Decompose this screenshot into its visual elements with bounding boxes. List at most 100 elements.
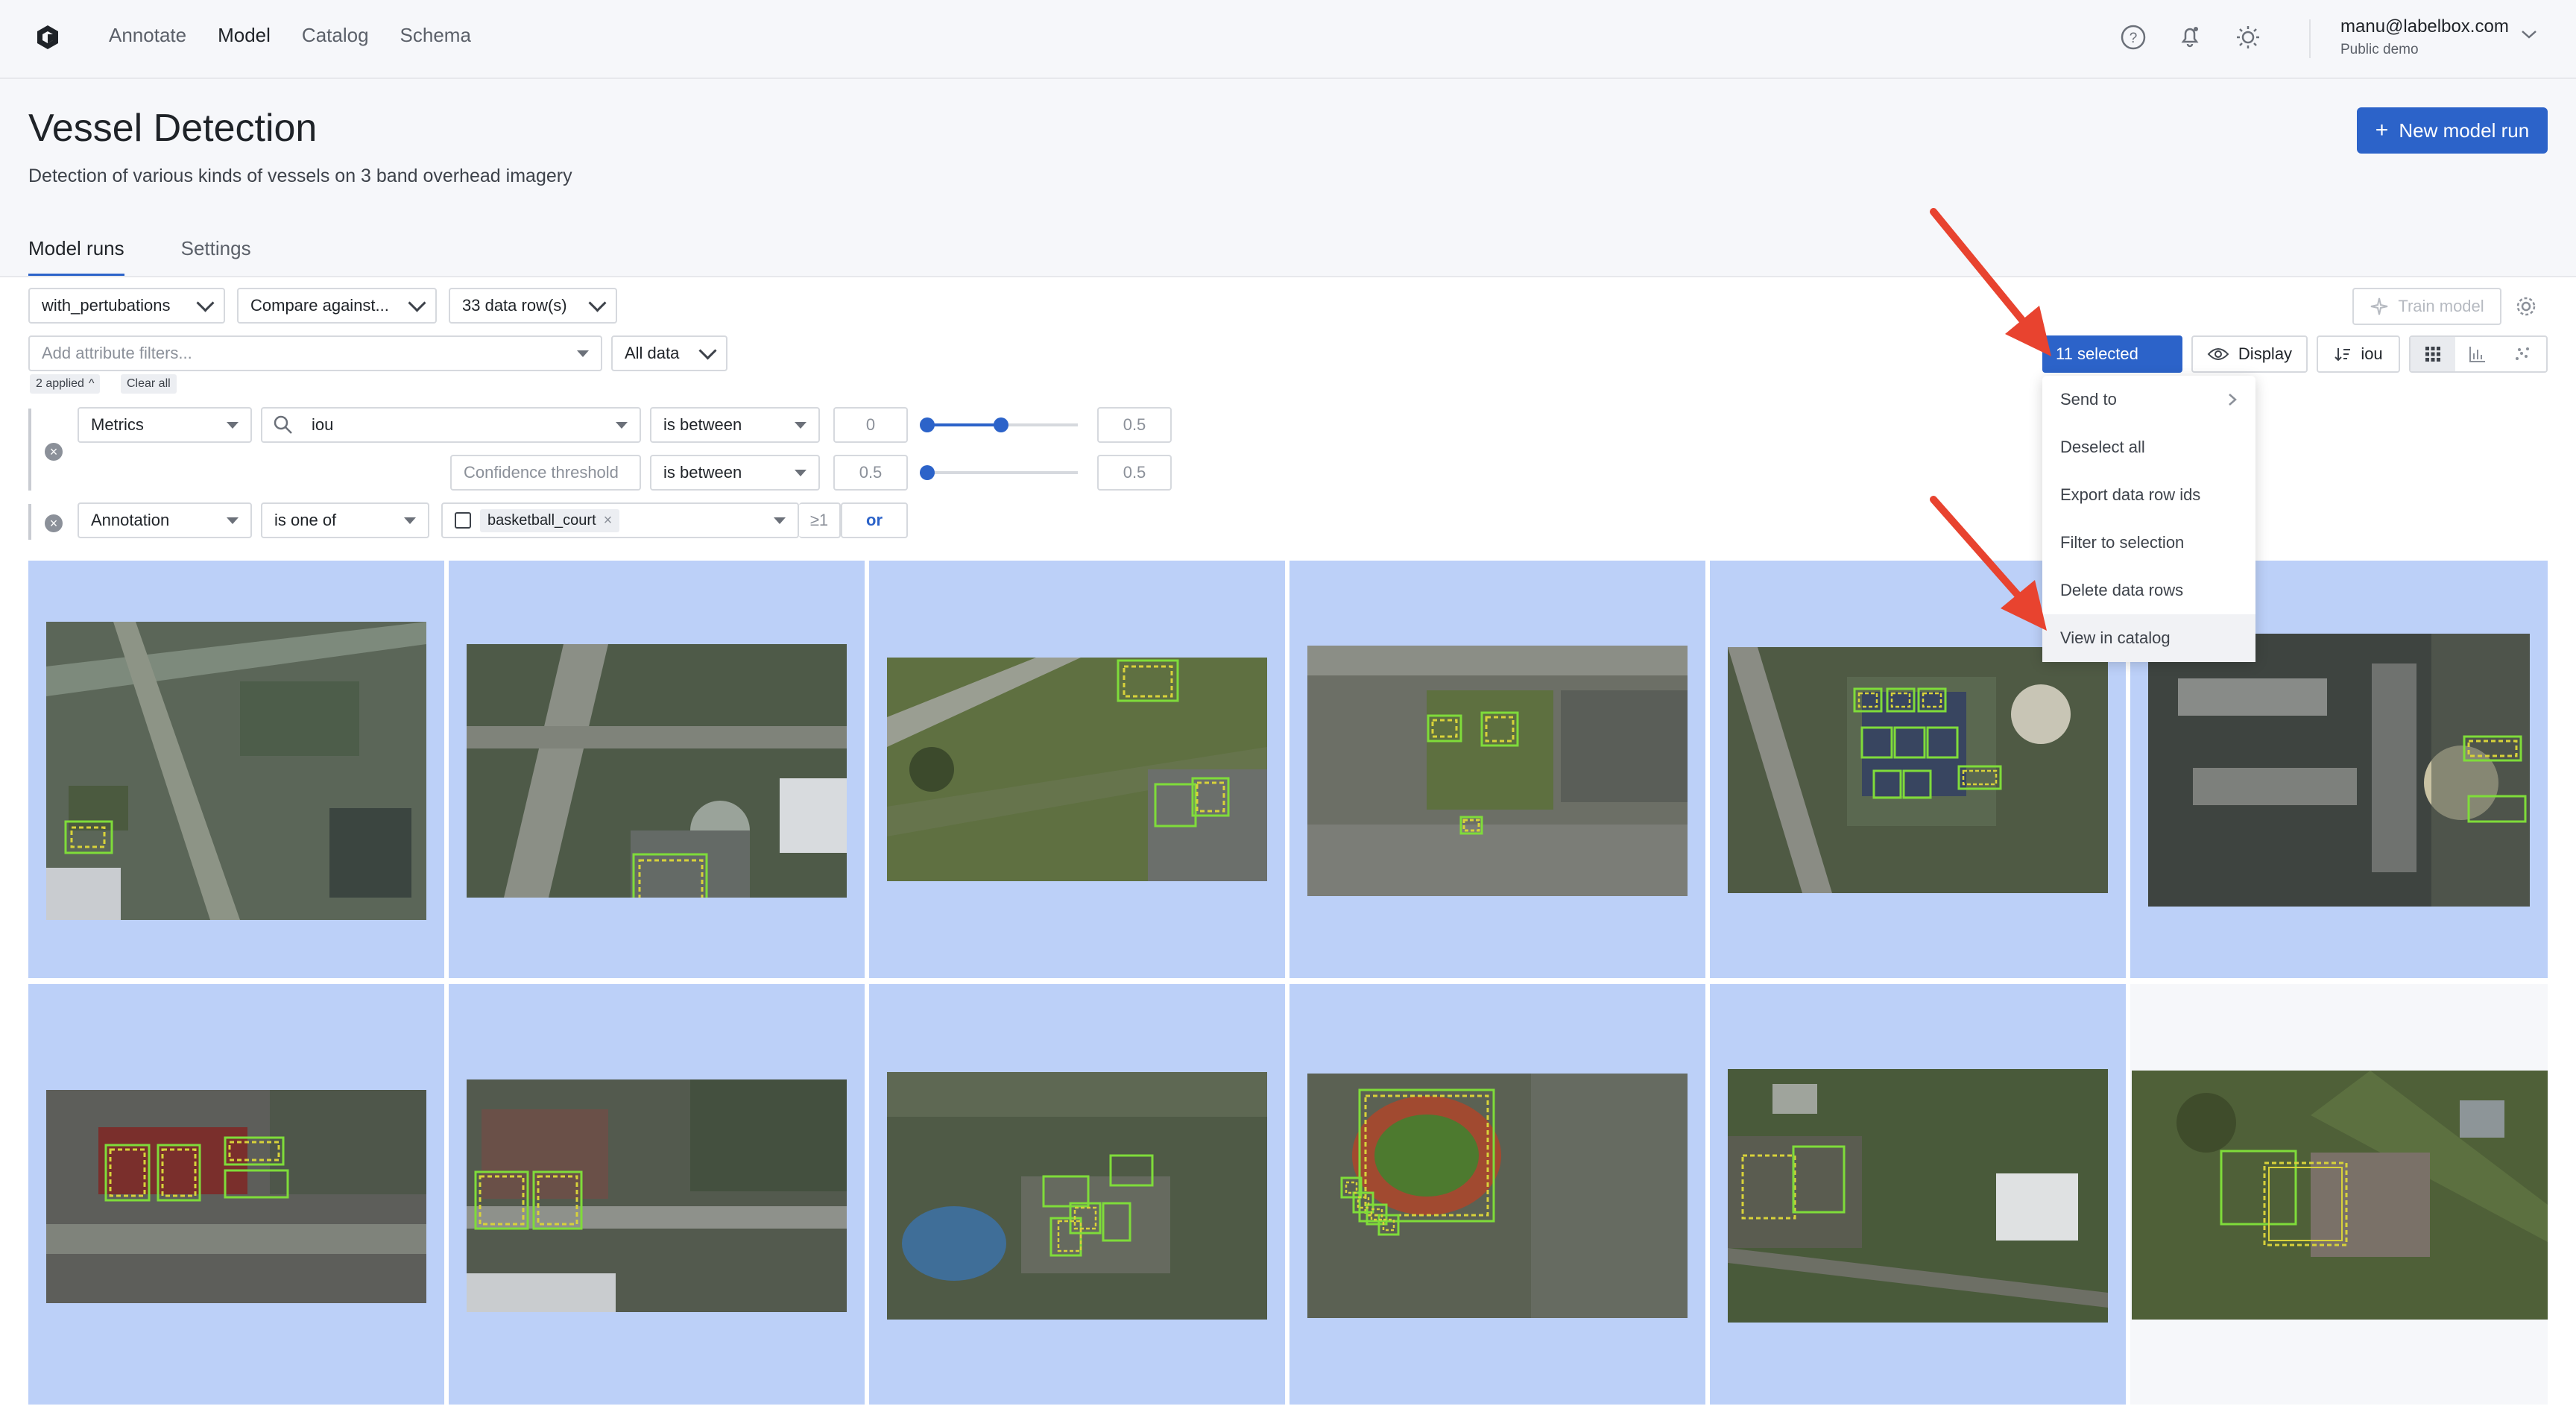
menu-item-deselect-all[interactable]: Deselect all: [2042, 423, 2255, 471]
grid-cell[interactable]: [28, 561, 444, 978]
model-run-select[interactable]: with_pertubations: [28, 288, 225, 324]
data-rows-select[interactable]: 33 data row(s): [449, 288, 617, 324]
data-row-thumbnail: [1307, 646, 1688, 896]
chevron-up-icon: ^: [88, 377, 95, 390]
annotation-operator-value: is one of: [274, 511, 337, 529]
gear-icon[interactable]: [2515, 295, 2537, 318]
chevron-down-icon: [588, 293, 607, 312]
train-model-button[interactable]: Train model: [2352, 288, 2501, 325]
grid-view-icon[interactable]: [2411, 337, 2455, 371]
menu-item-deselect-all-label: Deselect all: [2060, 438, 2145, 456]
all-data-select[interactable]: All data: [611, 335, 727, 371]
new-model-run-button[interactable]: + New model run: [2357, 107, 2548, 154]
clear-all-label: Clear all: [127, 377, 171, 390]
applied-filters-badge[interactable]: 2 applied ^: [30, 374, 101, 394]
metric-operator-select[interactable]: is between: [650, 407, 820, 443]
chevron-down-icon: [698, 341, 717, 360]
data-row-thumbnail: [46, 1090, 426, 1303]
bar-chart-view-icon[interactable]: [2455, 337, 2500, 371]
compare-select[interactable]: Compare against...: [237, 288, 437, 324]
page-title: Vessel Detection: [28, 107, 318, 150]
annotation-count[interactable]: ≥1: [799, 502, 841, 538]
annotation-tag-label: basketball_court: [487, 511, 596, 529]
scatter-view-icon[interactable]: [2500, 337, 2545, 371]
clear-all-button[interactable]: Clear all: [121, 374, 177, 394]
menu-item-export-data-row-ids[interactable]: Export data row ids: [2042, 471, 2255, 519]
grid-cell-unselected[interactable]: [2130, 984, 2548, 1405]
confidence-threshold-placeholder: Confidence threshold: [464, 463, 619, 482]
confidence-range-slider[interactable]: [920, 465, 1078, 480]
grid-cell[interactable]: [1289, 984, 1705, 1405]
callout-arrow-view-in-catalog: [1930, 496, 2047, 631]
menu-item-filter-to-selection[interactable]: Filter to selection: [2042, 519, 2255, 567]
annotation-value-select[interactable]: basketball_court ×: [441, 502, 799, 538]
metric-range-slider[interactable]: [920, 417, 1078, 432]
nav-schema[interactable]: Schema: [400, 24, 471, 47]
grid-cell[interactable]: [28, 984, 444, 1405]
chevron-right-icon: [2229, 394, 2237, 406]
metric-value: iou: [312, 415, 334, 434]
filter-type-select[interactable]: Metrics: [78, 407, 252, 443]
theme-toggle-icon[interactable]: [2235, 24, 2261, 51]
sort-button[interactable]: iou: [2317, 335, 2400, 373]
data-row-thumbnail: [2148, 634, 2530, 907]
close-icon[interactable]: ×: [604, 512, 613, 529]
annotation-operator-select[interactable]: is one of: [261, 502, 429, 538]
selection-dropdown-menu: Send to Deselect all Export data row ids…: [2042, 376, 2255, 662]
slider-max-handle[interactable]: [994, 417, 1008, 432]
annotation-type-value: Annotation: [91, 511, 170, 529]
display-button[interactable]: Display: [2191, 335, 2308, 373]
filter-group-bar: [28, 409, 31, 491]
remove-filter-icon[interactable]: ×: [45, 443, 63, 461]
nav-annotate[interactable]: Annotate: [109, 24, 186, 47]
grid-cell[interactable]: [449, 984, 865, 1405]
svg-text:?: ?: [2130, 31, 2138, 46]
caret-down-icon: [227, 517, 239, 524]
menu-item-delete-data-rows[interactable]: Delete data rows: [2042, 567, 2255, 614]
labelbox-logo-icon[interactable]: [33, 22, 63, 52]
topbar-divider: [2309, 19, 2311, 58]
caret-down-icon: [227, 421, 239, 429]
model-run-value: with_pertubations: [42, 296, 171, 315]
slider-min-handle[interactable]: [920, 417, 935, 432]
user-menu[interactable]: manu@labelbox.com Public demo: [2340, 16, 2509, 58]
nav-catalog[interactable]: Catalog: [302, 24, 369, 47]
data-row-thumbnail: [887, 1072, 1267, 1320]
menu-item-delete-label: Delete data rows: [2060, 581, 2184, 599]
metric-max-input[interactable]: 0.5: [1097, 407, 1172, 443]
remove-filter-icon[interactable]: ×: [45, 514, 63, 532]
page-description: Detection of various kinds of vessels on…: [28, 166, 572, 186]
top-bar: Annotate Model Catalog Schema ? manu@lab…: [0, 0, 2576, 79]
help-icon[interactable]: ?: [2120, 24, 2147, 51]
metric-range-fill: [924, 423, 1001, 426]
grid-cell[interactable]: [1710, 984, 2126, 1405]
grid-cell[interactable]: [449, 561, 865, 978]
tab-model-runs[interactable]: Model runs: [28, 237, 124, 277]
confidence-max-input[interactable]: 0.5: [1097, 455, 1172, 491]
annotation-checkbox[interactable]: [455, 512, 471, 529]
confidence-min-input[interactable]: 0.5: [833, 455, 908, 491]
metric-select[interactable]: iou: [261, 407, 641, 443]
chevron-down-icon[interactable]: [2519, 27, 2539, 42]
menu-item-view-in-catalog[interactable]: View in catalog: [2042, 614, 2255, 662]
menu-item-send-to[interactable]: Send to: [2042, 376, 2255, 423]
confidence-operator-select[interactable]: is between: [650, 455, 820, 491]
confidence-threshold-input[interactable]: Confidence threshold: [450, 455, 641, 491]
bell-icon[interactable]: [2176, 22, 2203, 49]
attribute-filter-input[interactable]: Add attribute filters...: [28, 335, 602, 371]
attribute-filter-placeholder: Add attribute filters...: [42, 344, 192, 362]
metric-min-input[interactable]: 0: [833, 407, 908, 443]
nav-model[interactable]: Model: [218, 24, 271, 47]
tab-settings[interactable]: Settings: [181, 237, 251, 277]
grid-cell[interactable]: [869, 561, 1285, 978]
or-button[interactable]: or: [841, 502, 908, 538]
slider-handle[interactable]: [920, 465, 935, 480]
data-row-thumbnail: [2132, 1071, 2548, 1320]
grid-cell[interactable]: [869, 984, 1285, 1405]
menu-item-export-label: Export data row ids: [2060, 485, 2201, 504]
eye-icon: [2207, 348, 2229, 360]
grid-cell[interactable]: [1289, 561, 1705, 978]
data-row-thumbnail: [1728, 1069, 2108, 1323]
plus-icon: +: [2375, 118, 2389, 142]
annotation-type-select[interactable]: Annotation: [78, 502, 252, 538]
